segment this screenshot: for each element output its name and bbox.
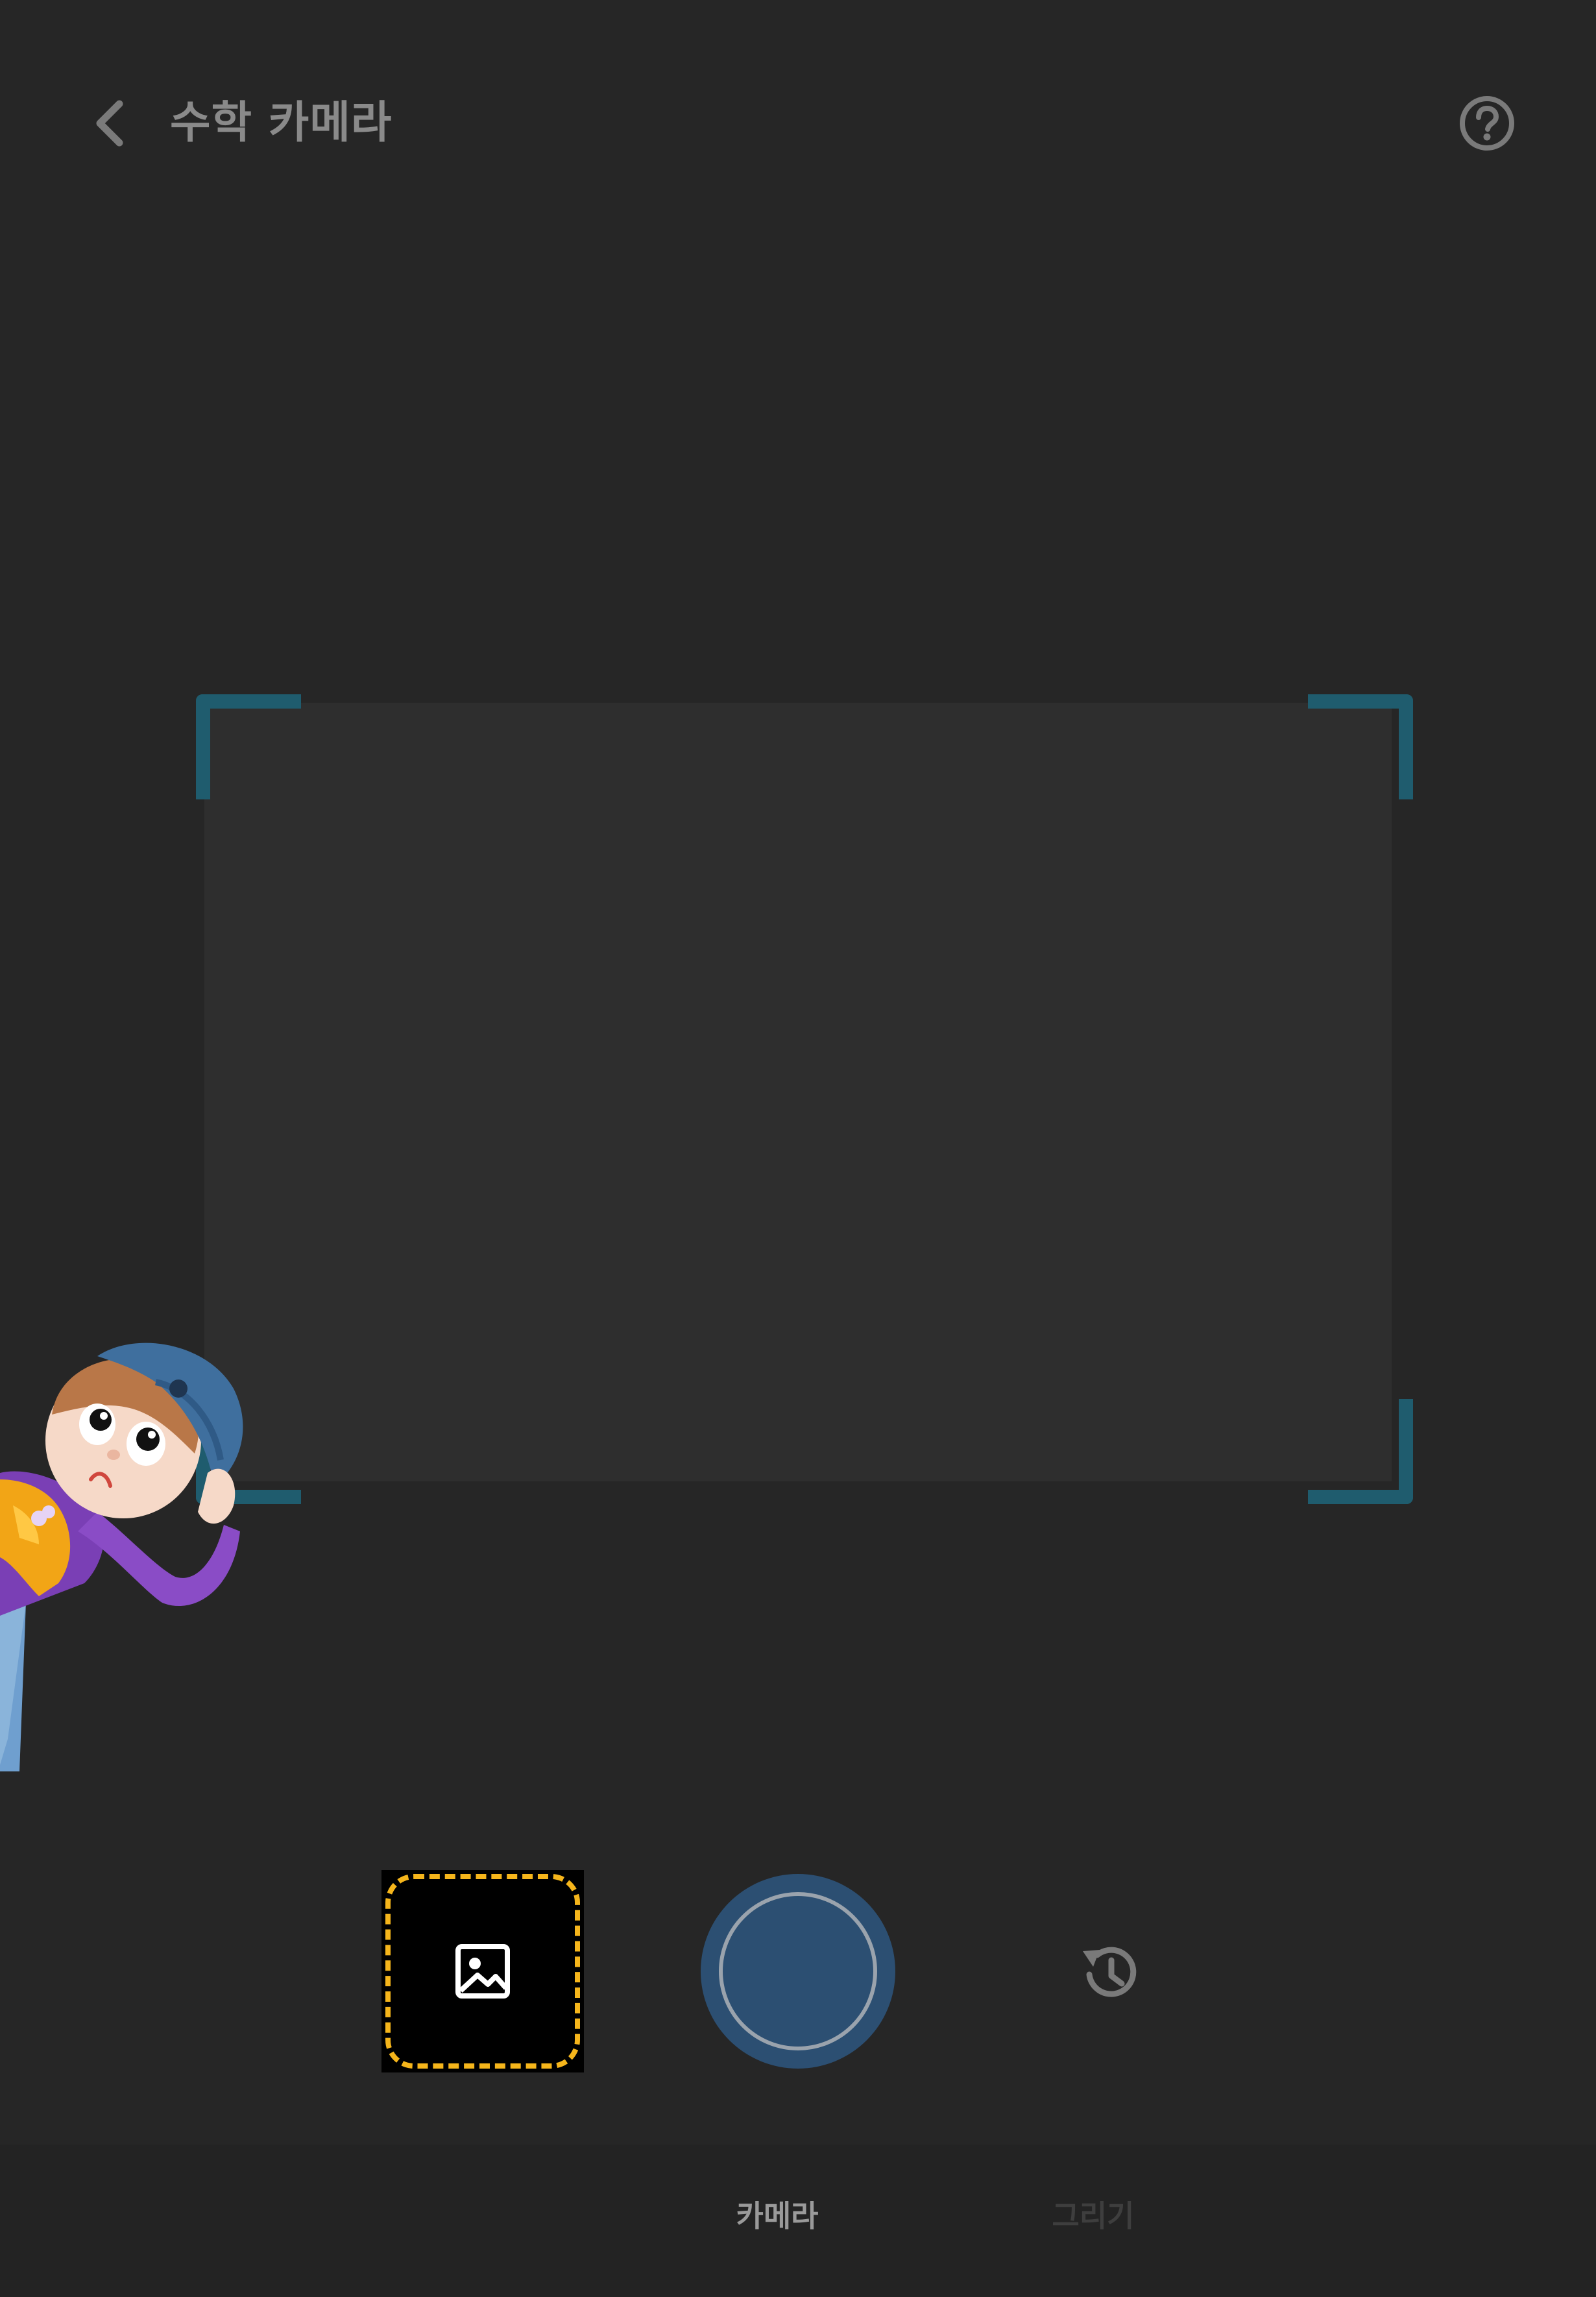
image-icon [455, 1944, 510, 1999]
shutter-button[interactable] [701, 1874, 895, 2069]
scan-corner-bottom-right [1308, 1399, 1413, 1504]
scan-corner-top-left [196, 694, 301, 799]
question-circle-icon [1460, 96, 1514, 151]
tab-draw[interactable]: 그리기 [1028, 2190, 1158, 2242]
scan-area [204, 703, 1392, 1481]
gallery-button[interactable] [381, 1870, 584, 2072]
help-button[interactable] [1457, 93, 1517, 154]
tab-camera[interactable]: 카메라 [712, 2190, 842, 2242]
back-button[interactable] [81, 91, 139, 156]
bottom-tab-bar: 카메라 그리기 [0, 2145, 1596, 2297]
history-button[interactable] [1074, 1937, 1145, 2008]
top-app-bar: 수학 카메라 [0, 0, 1596, 247]
shutter-inner-ring [719, 1892, 877, 2050]
history-icon [1083, 1947, 1137, 1997]
mascot-character [0, 1343, 243, 1771]
scan-corner-top-right [1308, 694, 1413, 799]
page-title: 수학 카메라 [170, 97, 393, 149]
chevron-left-icon [96, 100, 123, 147]
